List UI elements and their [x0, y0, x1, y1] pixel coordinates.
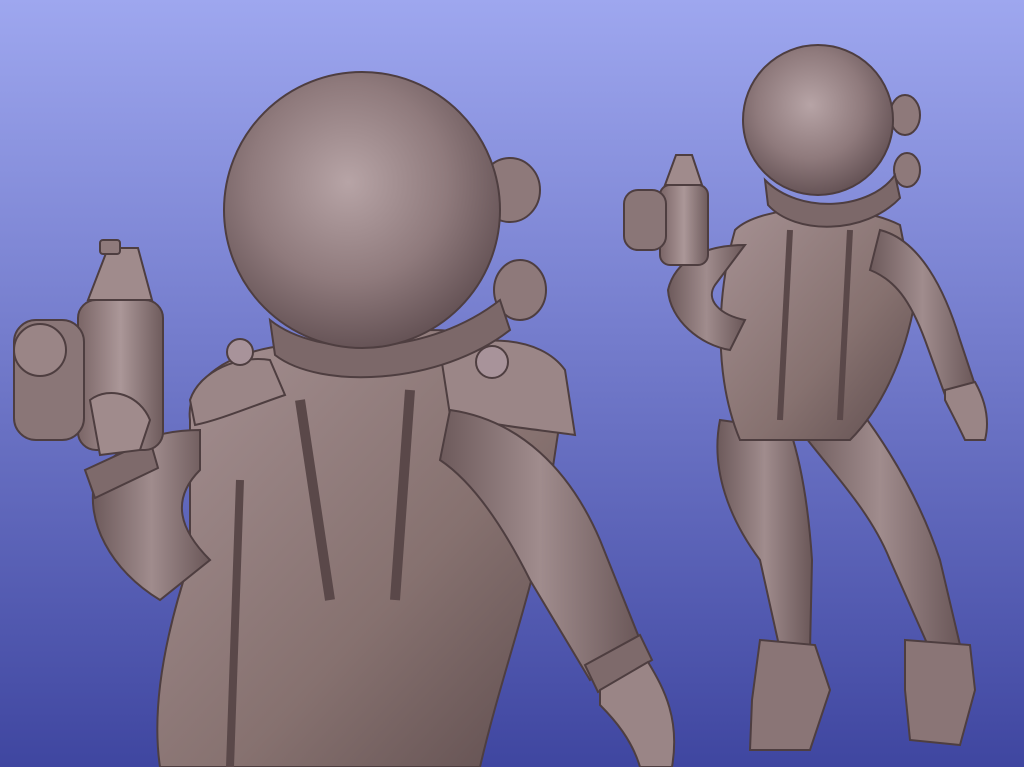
boot-right	[904, 638, 977, 747]
boot-left	[748, 638, 832, 751]
render-viewport	[0, 0, 1024, 767]
shoulder-rivet	[226, 338, 254, 366]
leg-right	[798, 408, 962, 652]
ray-gun-full	[623, 154, 709, 266]
oxygen-tank	[893, 152, 921, 188]
render-canvas	[13, 44, 988, 767]
gun-nozzle	[663, 154, 704, 186]
leg-left	[716, 418, 814, 651]
astronaut-figure-closeup	[13, 71, 676, 767]
gun-dial	[13, 323, 67, 377]
gun-grip	[623, 189, 667, 251]
glove-right-full	[944, 380, 988, 441]
shoulder-rivet	[475, 345, 509, 379]
gun-body	[659, 184, 709, 266]
gun-nozzle	[86, 247, 154, 301]
astronaut-figure-full	[623, 44, 988, 751]
ray-gun-closeup	[13, 239, 164, 457]
oxygen-tank	[889, 94, 921, 136]
gun-tip	[99, 239, 121, 255]
helmet-dome	[742, 44, 894, 196]
helmet-dome	[223, 71, 501, 349]
